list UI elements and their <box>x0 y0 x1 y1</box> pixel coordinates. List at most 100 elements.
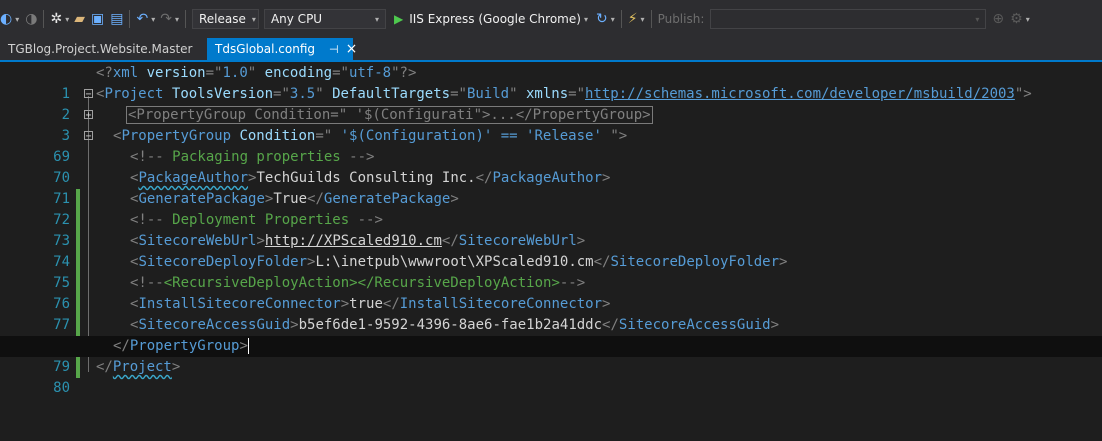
token: DefaultTargets <box>332 86 451 102</box>
token: "> <box>1014 86 1032 102</box>
browser-link-icon[interactable]: ⚡ <box>628 9 638 29</box>
token: b5ef6de1-9592-4396-8ae6-fae1b2a41ddc <box>298 317 603 333</box>
token: > <box>239 338 248 354</box>
token: 3.5 <box>289 86 316 102</box>
token: > <box>256 233 265 249</box>
new-project-icon[interactable]: ✲ <box>50 9 62 29</box>
token: > <box>770 317 780 333</box>
open-folder-icon[interactable]: ▰ <box>74 9 85 29</box>
solution-platform-value: Any CPU <box>270 12 323 26</box>
token: SitecoreWebUrl <box>138 233 257 249</box>
tab-tdsglobal-config[interactable]: TdsGlobal.config ⊣ × <box>207 38 357 60</box>
solution-configuration-value: Release <box>198 12 246 26</box>
xmlns-link[interactable]: http://schemas.microsoft.com/developer/m… <box>585 86 1015 102</box>
line-number: 80 <box>53 380 70 396</box>
undo-icon[interactable]: ↶ <box>136 9 148 29</box>
token: </ <box>96 359 113 375</box>
token: SitecoreAccessGuid <box>138 317 291 333</box>
code-line: 80 </Project> <box>0 357 1102 396</box>
refresh-dropdown-icon[interactable]: ▾ <box>611 15 615 24</box>
save-icon[interactable]: ▣ <box>91 9 104 29</box>
token: > <box>340 296 350 312</box>
toolbar-overflow-icon[interactable]: ▾ <box>1026 15 1030 24</box>
toolbar-overflow-icon[interactable]: ▾ <box>641 15 645 24</box>
token: " <box>315 86 324 102</box>
token: > <box>602 170 611 186</box>
line-text: <?xml version="1.0" encoding="utf-8"?> <box>96 63 416 84</box>
toolbar-separator <box>129 10 131 28</box>
chevron-down-icon: ▾ <box>975 14 980 24</box>
token: PropertyGroup <box>121 128 232 144</box>
new-project-dropdown-icon[interactable]: ▾ <box>65 15 69 24</box>
token: GeneratePackage <box>138 191 265 207</box>
publish-profile-select[interactable]: ▾ <box>710 9 987 29</box>
token: xml <box>112 65 139 81</box>
save-all-icon[interactable]: ▤ <box>110 9 123 29</box>
collapse-icon[interactable]: − <box>84 131 93 142</box>
token: " <box>391 65 400 81</box>
token: Project <box>112 359 172 375</box>
code-editor[interactable]: 1 <?xml version="1.0" encoding="utf-8"?>… <box>0 62 1102 401</box>
token: > <box>602 296 611 312</box>
close-icon[interactable]: × <box>346 41 358 57</box>
back-icon[interactable]: ◐ <box>0 9 12 29</box>
token: ?> <box>399 65 417 81</box>
token: TechGuilds Consulting Inc. <box>256 170 476 186</box>
line-text: </PropertyGroup> <box>113 336 249 357</box>
token: encoding <box>264 65 333 81</box>
run-button[interactable]: ▶ IIS Express (Google Chrome) ▾ <box>394 9 588 29</box>
run-target-label: IIS Express (Google Chrome) <box>409 12 581 26</box>
run-icon: ▶ <box>393 12 404 26</box>
token: "> <box>610 128 628 144</box>
token: xmlns <box>525 86 569 102</box>
chevron-down-icon: ▾ <box>251 14 256 24</box>
token: SitecoreAccessGuid <box>618 317 771 333</box>
code-line: 71 <PackageAuthor>TechGuilds Consulting … <box>0 168 1102 231</box>
line-text: <SitecoreWebUrl>http://XPScaled910.cm</S… <box>130 231 585 252</box>
toolbar-separator <box>184 10 186 28</box>
token: <!-- <box>130 149 164 165</box>
forward-icon[interactable]: ◑ <box>25 9 37 29</box>
solution-platform-select[interactable]: Any CPU ▾ <box>263 9 386 29</box>
redo-dropdown-icon[interactable]: ▾ <box>175 15 179 24</box>
token: PropertyGroup <box>129 338 240 354</box>
publish-icon[interactable]: ⊕ <box>992 9 1004 29</box>
token: Project <box>104 86 164 102</box>
token: =" <box>315 128 333 144</box>
line-text: </Project> <box>96 357 180 378</box>
line-text: <PropertyGroup Condition=" '$(Configurat… <box>113 126 627 147</box>
token: SitecoreDeployFolder <box>138 254 308 270</box>
code-line: 1 <?xml version="1.0" encoding="utf-8"?> <box>0 63 1102 102</box>
settings-icon[interactable]: ⚙ <box>1010 9 1023 29</box>
collapse-icon[interactable]: − <box>84 89 93 100</box>
token: true <box>349 296 383 312</box>
undo-dropdown-icon[interactable]: ▾ <box>151 15 155 24</box>
token: <!-- <box>130 212 164 228</box>
code-line: 70 <!-- Packaging properties --> <box>0 147 1102 210</box>
expand-icon[interactable]: + <box>84 110 93 121</box>
token: PackageAuthor <box>492 170 603 186</box>
token: version <box>146 65 206 81</box>
code-line: 73 <!-- Deployment Properties --> <box>0 210 1102 273</box>
line-text: <!--<RecursiveDeployAction></RecursiveDe… <box>130 273 585 294</box>
back-dropdown-icon[interactable]: ▾ <box>15 15 19 24</box>
token: PackageAuthor <box>138 170 249 186</box>
pin-icon[interactable]: ⊣ <box>329 43 339 56</box>
token: =" <box>273 86 290 102</box>
run-dropdown-icon[interactable]: ▾ <box>584 15 588 24</box>
code-line: 75 <SitecoreDeployFolder>L:\inetpub\wwwr… <box>0 252 1102 315</box>
url-link[interactable]: http://XPScaled910.cm <box>265 233 442 249</box>
solution-configuration-select[interactable]: Release ▾ <box>191 9 259 29</box>
tab-website-master[interactable]: TGBlog.Project.Website.Master <box>0 38 200 60</box>
refresh-icon[interactable]: ↻ <box>596 9 608 29</box>
token: True <box>273 191 308 207</box>
redo-icon[interactable]: ↷ <box>160 9 172 29</box>
collapsed-region[interactable]: <PropertyGroup Condition=" '$(Configurat… <box>126 106 653 124</box>
line-text: <PropertyGroup Condition=" '$(Configurat… <box>126 105 653 126</box>
line-text: <!-- Deployment Properties --> <box>130 210 383 231</box>
toolbar: ◐ ▾ ◑ ✲ ▾ ▰ ▣ ▤ ↶ ▾ ↷ ▾ Release ▾ Any CP… <box>0 0 1102 38</box>
toolbar-separator <box>620 10 622 28</box>
